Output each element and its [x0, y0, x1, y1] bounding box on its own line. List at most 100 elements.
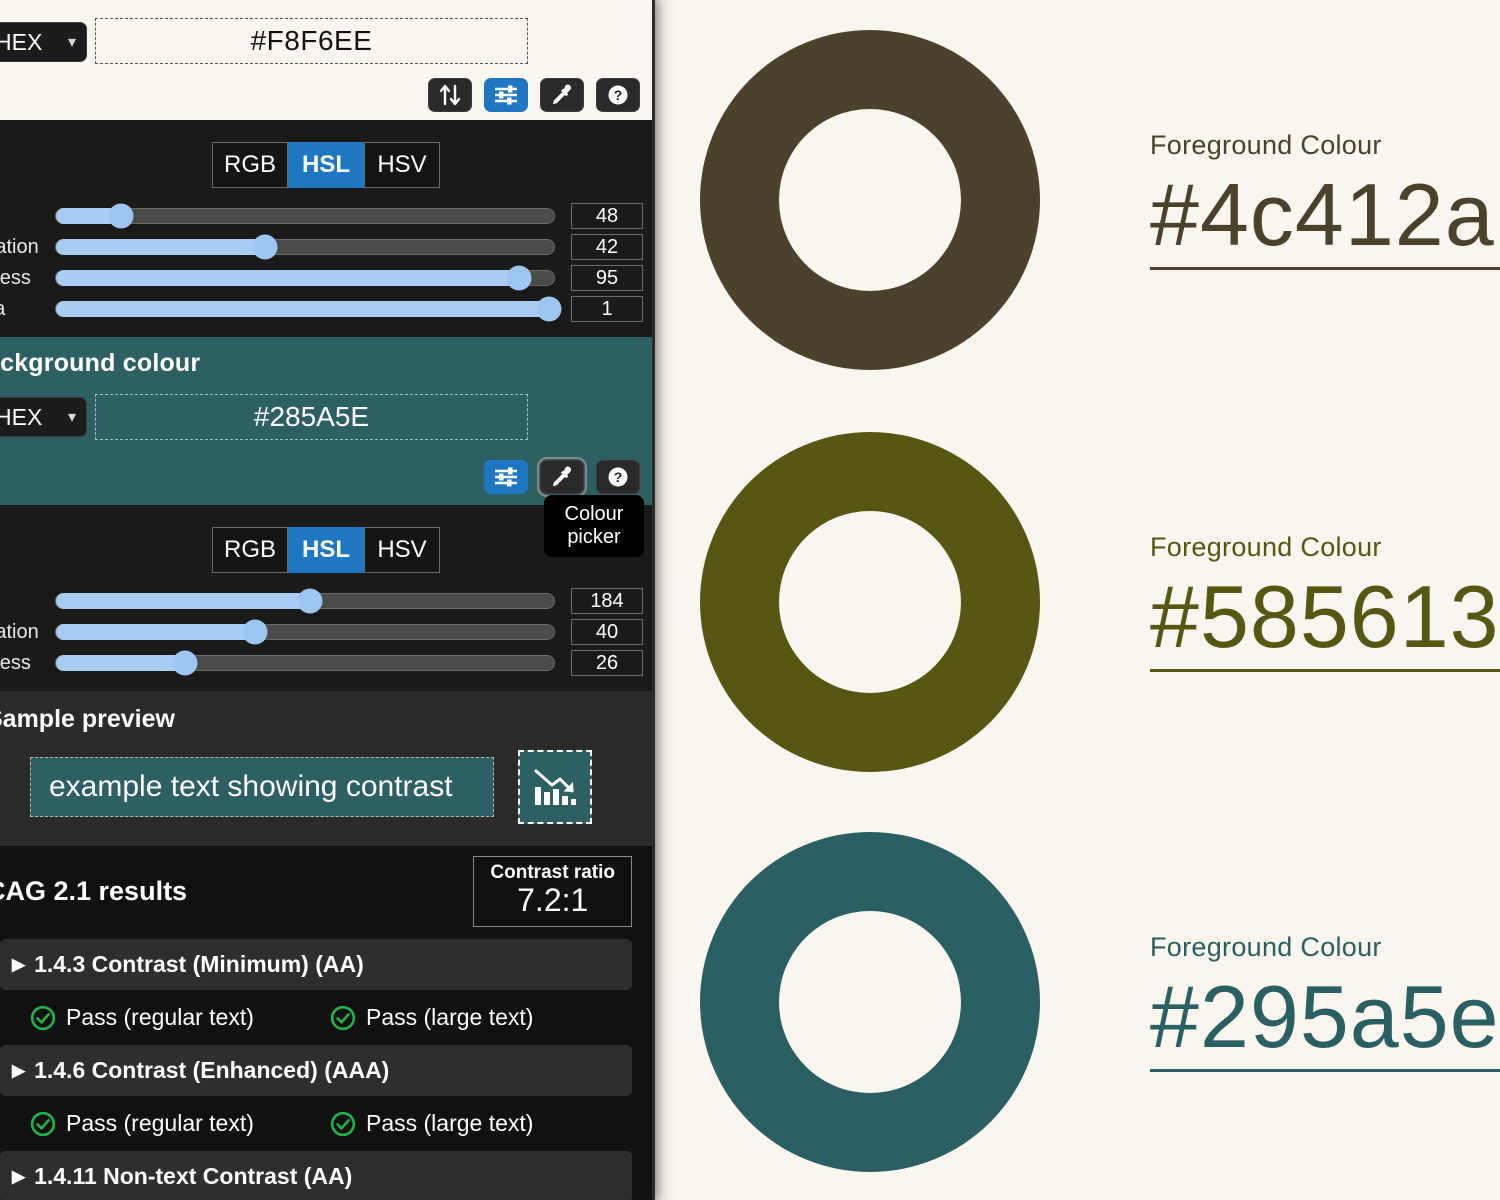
slider-track[interactable] — [55, 265, 555, 291]
result-label: Pass (regular text) — [66, 1110, 254, 1136]
background-format-label: HEX — [0, 403, 43, 430]
result-item: Pass (regular text) — [0, 1110, 330, 1137]
tab-hsl[interactable]: HSL — [288, 527, 364, 573]
result-label: Pass (large text) — [366, 1110, 534, 1136]
slider-track[interactable] — [55, 588, 555, 614]
background-sliders: e 184 turation 40 htness — [0, 587, 652, 677]
sliders-icon — [495, 467, 517, 487]
swatch-row: Foreground Colour #295a5e — [700, 832, 1500, 1172]
sample-preview-graphic — [518, 750, 592, 824]
slider-track[interactable] — [55, 619, 555, 645]
pass-check-icon — [330, 1005, 356, 1030]
swatch-label: Foreground Colour — [1150, 531, 1382, 562]
background-button-row: ? — [484, 457, 640, 497]
swatch-underline — [1150, 267, 1500, 271]
slider-value[interactable]: 42 — [571, 234, 643, 260]
slider-thumb[interactable] — [297, 588, 323, 614]
swatch-hex-value: #4c412a — [1150, 164, 1495, 264]
sample-preview-text: example text showing contrast — [30, 757, 494, 817]
background-hex-input[interactable]: #285A5E — [95, 394, 528, 440]
swatch-label: Foreground Colour — [1150, 129, 1382, 160]
contrast-checker-panel: HEX ▾ #F8F6EE — [0, 0, 655, 1200]
slider-thumb[interactable] — [242, 619, 268, 645]
svg-text:?: ? — [614, 87, 623, 103]
contrast-ratio-value: 7.2:1 — [517, 882, 589, 918]
slider-hue: e 48 — [0, 202, 652, 230]
sliders-button[interactable] — [484, 460, 528, 494]
swatch-underline — [1150, 669, 1500, 673]
screen: Foreground Colour #4c412a Foreground Col… — [0, 0, 1500, 1200]
slider-value[interactable]: 184 — [571, 588, 643, 614]
slider-fill — [56, 593, 310, 609]
swatch-label: Foreground Colour — [1150, 931, 1382, 962]
swap-colours-button[interactable] — [428, 78, 472, 112]
chevron-down-icon: ▾ — [67, 409, 76, 426]
slider-lightness: htness 95 — [0, 264, 652, 292]
criterion-label: 1.4.11 Non-text Contrast (AA) — [34, 1163, 353, 1189]
slider-track[interactable] — [55, 203, 555, 229]
colour-donut — [700, 832, 1040, 1172]
slider-hue: e 184 — [0, 587, 652, 615]
criterion-1-4-11-toggle[interactable]: ▶ 1.4.11 Non-text Contrast (AA) — [0, 1151, 632, 1200]
foreground-format-select[interactable]: HEX ▾ — [0, 22, 87, 62]
slider-label: pha — [0, 298, 52, 321]
help-button[interactable]: ? — [596, 460, 640, 494]
criterion-1-4-3-toggle[interactable]: ▶ 1.4.3 Contrast (Minimum) (AA) — [0, 939, 632, 990]
foreground-format-label: HEX — [0, 28, 43, 55]
panel-edge-shadow — [655, 0, 677, 1200]
contrast-ratio-label: Contrast ratio — [490, 862, 615, 883]
slider-value[interactable]: 1 — [571, 296, 643, 322]
slider-label: turation — [0, 235, 39, 258]
help-button[interactable]: ? — [596, 78, 640, 112]
result-item: Pass (large text) — [330, 1004, 533, 1031]
tab-hsv[interactable]: HSV — [364, 142, 440, 188]
background-format-select[interactable]: HEX ▾ — [0, 397, 87, 437]
slider-value[interactable]: 95 — [571, 265, 643, 291]
sliders-button[interactable] — [484, 78, 528, 112]
tab-hsl[interactable]: HSL — [288, 142, 364, 188]
foreground-slider-section: RGB HSL HSV e 48 turation — [0, 120, 652, 337]
slider-thumb[interactable] — [252, 234, 278, 260]
colour-picker-button[interactable] — [540, 78, 584, 112]
slider-thumb[interactable] — [506, 265, 532, 291]
slider-value[interactable]: 48 — [571, 203, 643, 229]
swatch-info: Foreground Colour #295a5e — [1150, 931, 1500, 1073]
slider-track[interactable] — [55, 234, 555, 260]
question-icon: ? — [608, 467, 628, 487]
colour-picker-tooltip: Colour picker — [544, 495, 644, 557]
slider-alpha: pha 1 — [0, 295, 652, 323]
slider-value[interactable]: 26 — [571, 650, 643, 676]
slider-track[interactable] — [55, 296, 562, 322]
swatch-info: Foreground Colour #585613 — [1150, 531, 1500, 673]
slider-saturation: turation 40 — [0, 618, 652, 646]
foreground-hex-input[interactable]: #F8F6EE — [95, 18, 528, 64]
slider-lightness: htness 26 — [0, 649, 652, 677]
foreground-mode-tabs: RGB HSL HSV — [0, 142, 652, 188]
background-section-title: ackground colour — [0, 349, 201, 377]
criterion-label: 1.4.3 Contrast (Minimum) (AA) — [34, 951, 364, 977]
swatch-hex-value: #585613 — [1150, 566, 1500, 666]
question-icon: ? — [608, 85, 628, 105]
slider-thumb[interactable] — [536, 296, 562, 322]
tab-rgb[interactable]: RGB — [212, 527, 288, 573]
slider-thumb[interactable] — [172, 650, 198, 676]
slider-label: e — [0, 205, 52, 228]
sample-preview-body: example text showing contrast — [0, 750, 652, 824]
swap-vertical-icon — [439, 84, 461, 106]
slider-track[interactable] — [55, 650, 555, 676]
wcag-header: CAG 2.1 results Contrast ratio 7.2:1 — [0, 846, 652, 939]
svg-text:?: ? — [614, 469, 623, 485]
triangle-right-icon: ▶ — [12, 1060, 26, 1080]
contrast-ratio-badge: Contrast ratio 7.2:1 — [473, 856, 632, 927]
colour-picker-button[interactable] — [537, 457, 587, 497]
slider-fill — [56, 655, 186, 671]
eyedropper-icon — [553, 466, 572, 487]
pass-check-icon — [30, 1005, 56, 1030]
sample-preview-title: Sample preview — [0, 705, 175, 733]
slider-value[interactable]: 40 — [571, 619, 643, 645]
tab-hsv[interactable]: HSV — [364, 527, 440, 573]
slider-thumb[interactable] — [108, 203, 134, 229]
criterion-1-4-6-toggle[interactable]: ▶ 1.4.6 Contrast (Enhanced) (AAA) — [0, 1045, 632, 1096]
tab-rgb[interactable]: RGB — [212, 142, 288, 188]
slider-label: e — [0, 590, 52, 613]
